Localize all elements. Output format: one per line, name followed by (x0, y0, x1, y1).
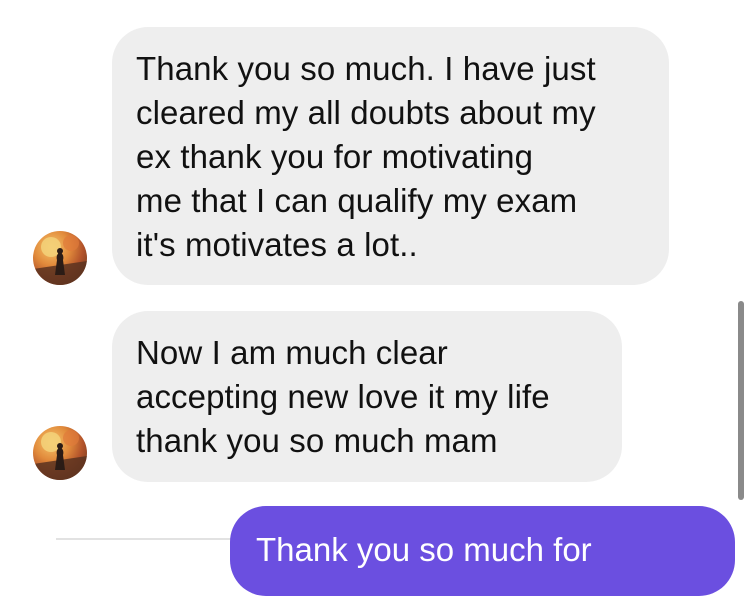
incoming-message-bubble[interactable]: Now I am much clear accepting new love i… (112, 311, 622, 482)
scrollbar[interactable] (738, 301, 744, 500)
contact-avatar[interactable] (33, 231, 87, 285)
message-thread[interactable]: Thank you so much. I have just cleared m… (0, 0, 750, 596)
divider (56, 538, 232, 540)
incoming-message-bubble[interactable]: Thank you so much. I have just cleared m… (112, 27, 669, 285)
avatar-icon (33, 430, 87, 480)
outgoing-message-bubble[interactable]: Thank you so much for (230, 506, 735, 596)
message-text: Thank you so much. I have just cleared m… (136, 50, 596, 263)
contact-avatar[interactable] (33, 426, 87, 480)
avatar-icon (33, 235, 87, 285)
message-text: Thank you so much for (256, 531, 592, 568)
message-text: Now I am much clear accepting new love i… (136, 334, 550, 459)
